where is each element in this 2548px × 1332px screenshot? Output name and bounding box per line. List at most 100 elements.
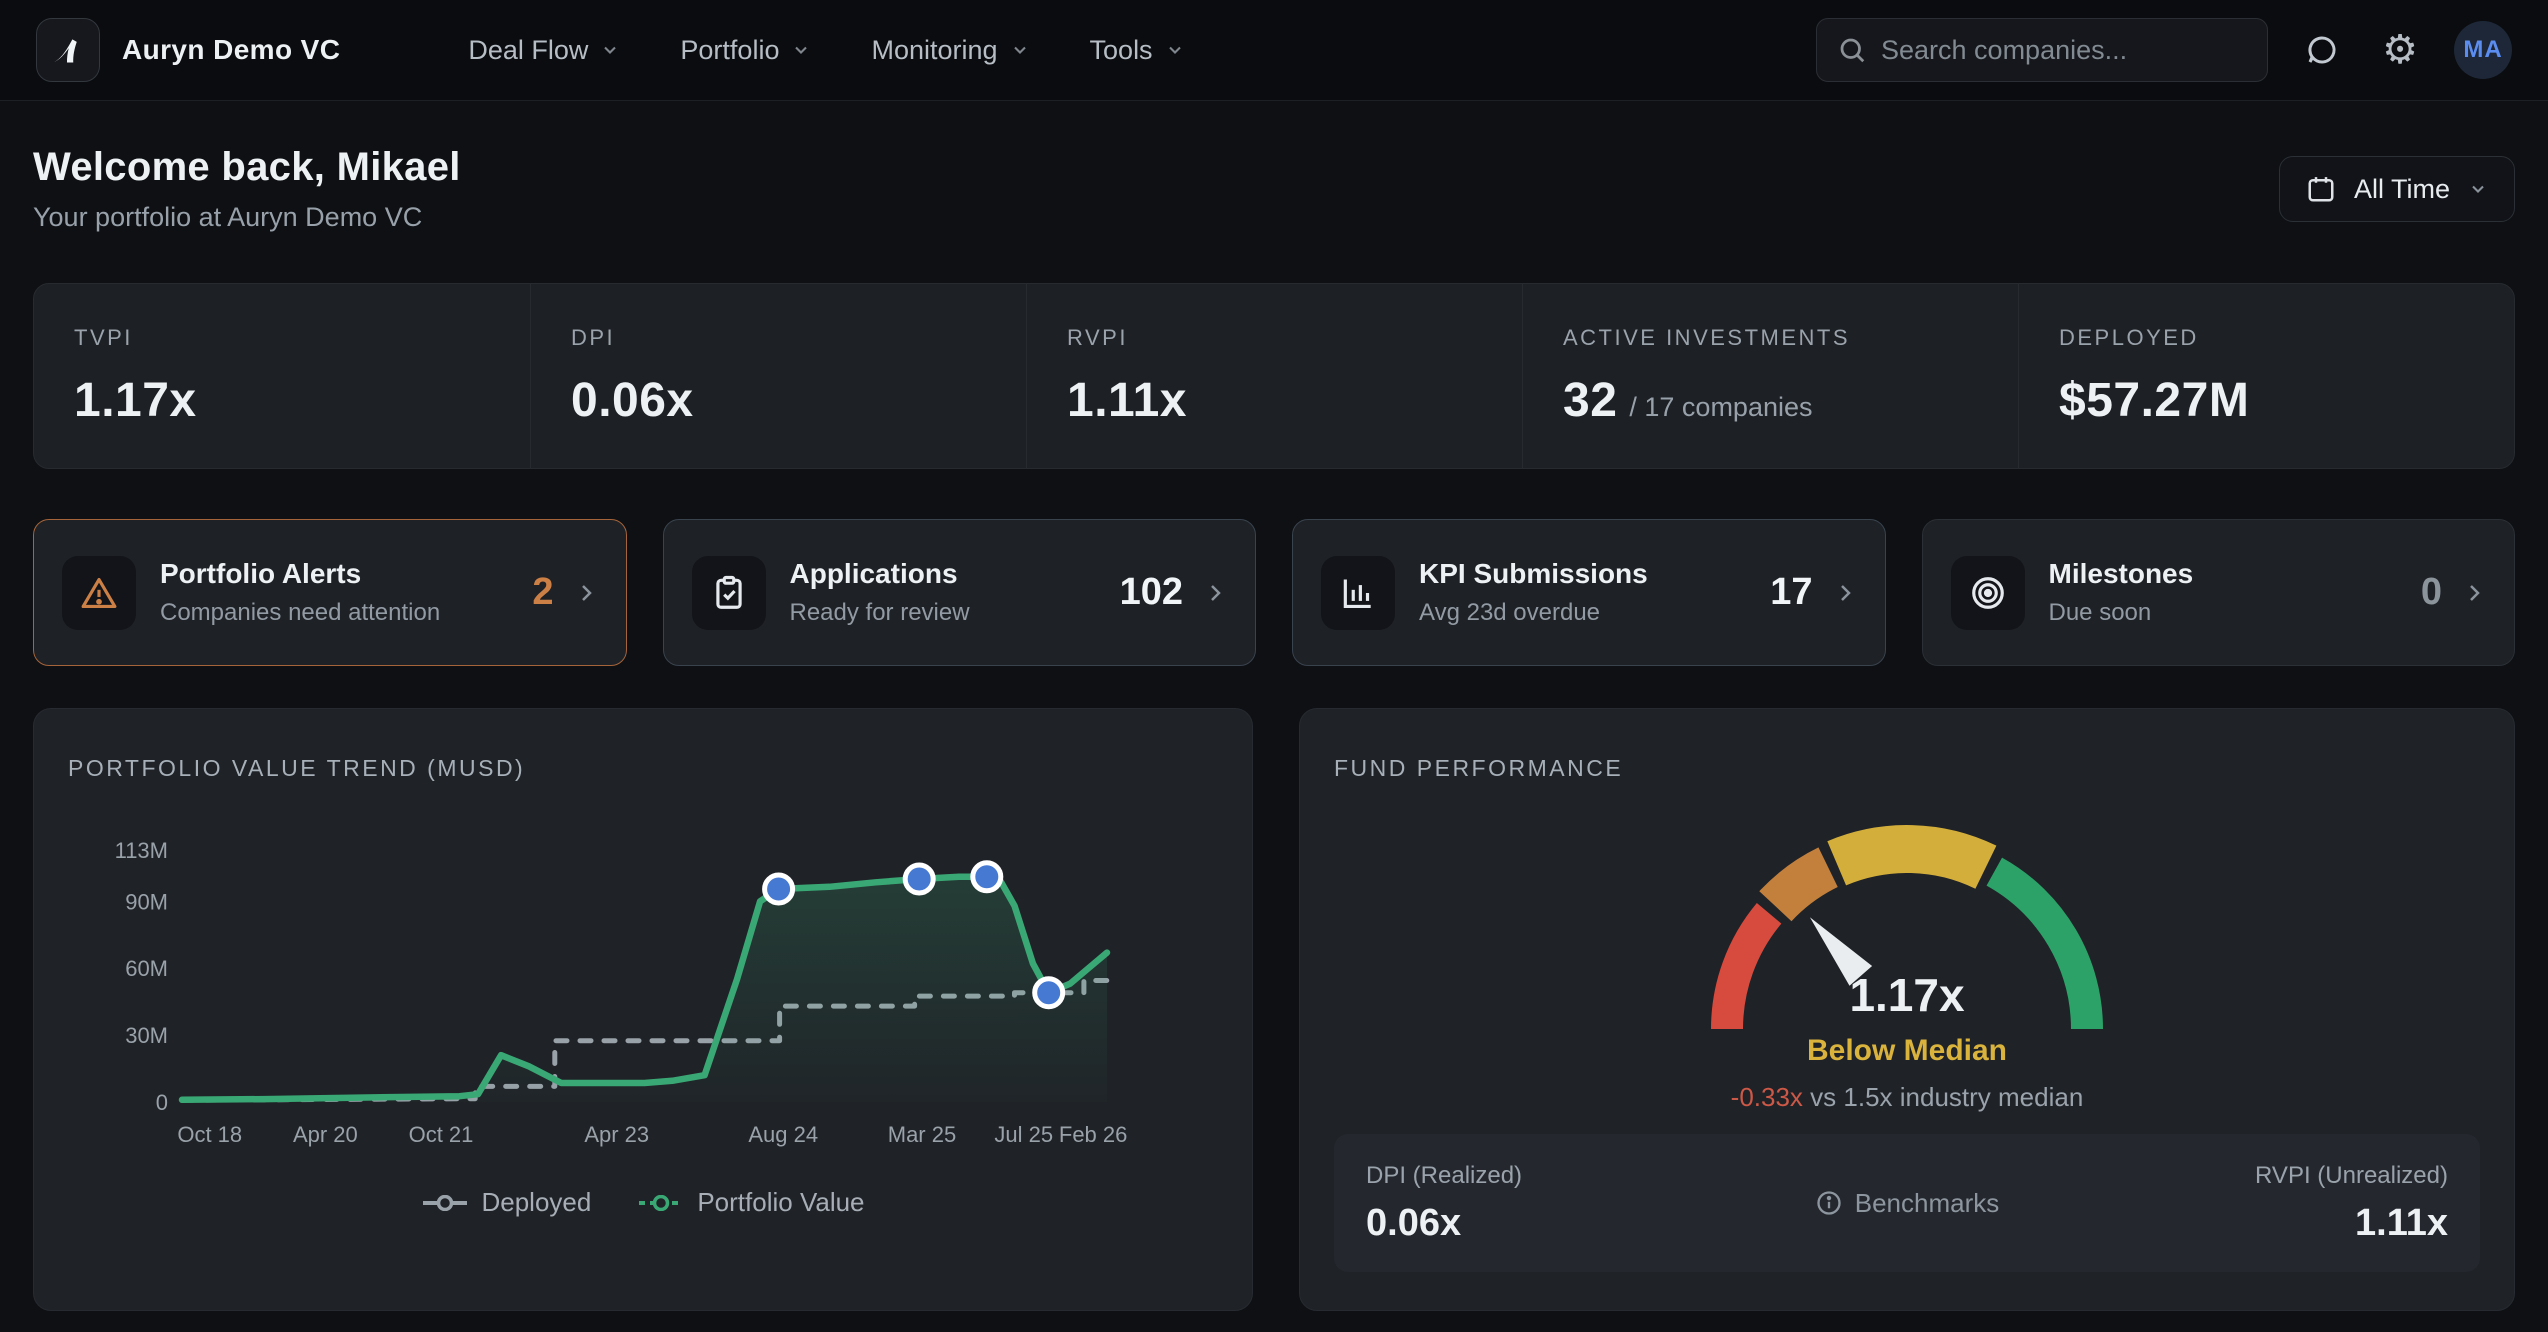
action-subtitle: Ready for review [790,599,1120,627]
warning-triangle-icon [80,574,118,612]
svg-text:Oct 18: Oct 18 [177,1122,242,1147]
gauge-chart [1334,792,2480,1122]
gauge-status-label: Below Median [1334,1034,2480,1068]
page-subtitle: Your portfolio at Auryn Demo VC [33,202,461,233]
action-title: KPI Submissions [1419,558,1770,590]
kpi-value: 1.11x [1067,373,1187,428]
topbar: Auryn Demo VC Deal Flow Portfolio Monito… [0,0,2548,101]
svg-text:60M: 60M [125,956,168,981]
time-filter-button[interactable]: All Time [2279,156,2515,222]
chevron-right-icon [574,581,598,605]
kpi-tvpi: TVPI 1.17x [34,284,530,468]
chevron-down-icon [1165,40,1185,60]
nav-item-portfolio[interactable]: Portfolio [680,35,811,66]
milestones-icon-tile [1951,556,2025,630]
chart-panels: PORTFOLIO VALUE TREND (MUSD) 030M60M90M1… [33,708,2515,1311]
portfolio-trend-panel: PORTFOLIO VALUE TREND (MUSD) 030M60M90M1… [33,708,1253,1311]
benchmarks-button[interactable]: Benchmarks [1815,1188,2000,1219]
nav-item-monitoring[interactable]: Monitoring [871,35,1029,66]
milestones-count-badge: 0 [2421,571,2442,614]
rvpi-block: RVPI (Unrealized) 1.11x [2148,1162,2448,1245]
action-title: Portfolio Alerts [160,558,532,590]
kpi-active-investments: ACTIVE INVESTMENTS 32 / 17 companies [1522,284,2018,468]
portfolio-alerts-card[interactable]: Portfolio Alerts Companies need attentio… [33,519,627,666]
kpi-dpi: DPI 0.06x [530,284,1026,468]
legend-marker-portfolio-value [637,1195,685,1211]
action-cards: Portfolio Alerts Companies need attentio… [33,519,2515,666]
search-input[interactable] [1881,35,2247,66]
page-title: Welcome back, Mikael [33,145,461,190]
kpi-rvpi: RVPI 1.11x [1026,284,1522,468]
gauge-delta-note: vs 1.5x industry median [1810,1082,2083,1112]
app-logo[interactable] [36,18,100,82]
kpi-value: 0.06x [571,373,694,428]
alert-count-badge: 2 [532,571,553,614]
chat-button[interactable] [2298,26,2346,74]
chart-legend: Deployed Portfolio Value [68,1187,1218,1218]
svg-text:90M: 90M [125,889,168,914]
kpi-label: DEPLOYED [2059,325,2474,351]
chevron-right-icon [1833,581,1857,605]
kpi-label: ACTIVE INVESTMENTS [1563,325,1978,351]
info-icon [1815,1189,1843,1217]
legend-item-deployed[interactable]: Deployed [421,1187,591,1218]
kpi-label: RVPI [1067,325,1482,351]
svg-text:Apr 20: Apr 20 [293,1122,358,1147]
topbar-actions: ⚙ MA [1816,18,2512,82]
action-text: KPI Submissions Avg 23d overdue [1419,558,1770,627]
panel-title: FUND PERFORMANCE [1334,755,2480,782]
nav-label: Monitoring [871,35,997,66]
applications-icon-tile [692,556,766,630]
fund-performance-panel: FUND PERFORMANCE 1.17x Below Median -0.3… [1299,708,2515,1311]
svg-text:Aug 24: Aug 24 [748,1122,818,1147]
action-subtitle: Due soon [2049,599,2421,627]
settings-button[interactable]: ⚙ [2376,26,2424,74]
avatar[interactable]: MA [2454,21,2512,79]
action-subtitle: Companies need attention [160,599,532,627]
kpi-value: $57.27M [2059,373,2249,428]
dpi-block: DPI (Realized) 0.06x [1366,1162,1666,1245]
kpi-label: DPI [571,325,986,351]
nav-label: Deal Flow [468,35,588,66]
milestones-card[interactable]: Milestones Due soon 0 [1922,519,2516,666]
gauge-delta-line: -0.33x vs 1.5x industry median [1334,1082,2480,1113]
svg-text:Jul 25: Jul 25 [994,1122,1053,1147]
calendar-icon [2306,174,2336,204]
time-filter-label: All Time [2354,174,2450,205]
action-text: Milestones Due soon [2049,558,2421,627]
gauge-delta-value: -0.33x [1731,1082,1803,1112]
legend-label: Deployed [481,1187,591,1218]
main-nav: Deal Flow Portfolio Monitoring Tools [468,35,1184,66]
welcome-block: Welcome back, Mikael Your portfolio at A… [33,145,461,233]
legend-item-portfolio-value[interactable]: Portfolio Value [637,1187,864,1218]
chevron-down-icon [791,40,811,60]
search-icon [1837,35,1867,65]
action-title: Milestones [2049,558,2421,590]
kpi-submissions-count-badge: 17 [1770,571,1812,614]
applications-count-badge: 102 [1120,571,1183,614]
fund-footer: DPI (Realized) 0.06x Benchmarks RVPI (Un… [1334,1134,2480,1272]
svg-text:Feb 26: Feb 26 [1059,1122,1128,1147]
auryn-logo-icon [48,30,88,70]
nav-item-deal-flow[interactable]: Deal Flow [468,35,620,66]
action-text: Applications Ready for review [790,558,1120,627]
kpi-strip: TVPI 1.17x DPI 0.06x RVPI 1.11x ACTIVE I… [33,283,2515,469]
svg-text:Oct 21: Oct 21 [409,1122,474,1147]
target-icon [1969,574,2007,612]
chevron-right-icon [2462,581,2486,605]
kpi-submissions-card[interactable]: KPI Submissions Avg 23d overdue 17 [1292,519,1886,666]
alert-icon-tile [62,556,136,630]
legend-label: Portfolio Value [697,1187,864,1218]
bar-chart-icon [1339,574,1377,612]
action-text: Portfolio Alerts Companies need attentio… [160,558,532,627]
nav-item-tools[interactable]: Tools [1090,35,1185,66]
svg-text:113M: 113M [115,838,168,863]
svg-text:Apr 23: Apr 23 [584,1122,649,1147]
portfolio-trend-chart: 030M60M90M113MOct 18Apr 20Oct 21Apr 23Au… [68,812,1220,1157]
kpi-value: 32 [1563,373,1617,428]
svg-text:0: 0 [156,1090,168,1115]
dashboard: Welcome back, Mikael Your portfolio at A… [0,145,2548,1311]
applications-card[interactable]: Applications Ready for review 102 [663,519,1257,666]
nav-label: Portfolio [680,35,779,66]
benchmarks-wrap: Benchmarks [1666,1188,2148,1219]
